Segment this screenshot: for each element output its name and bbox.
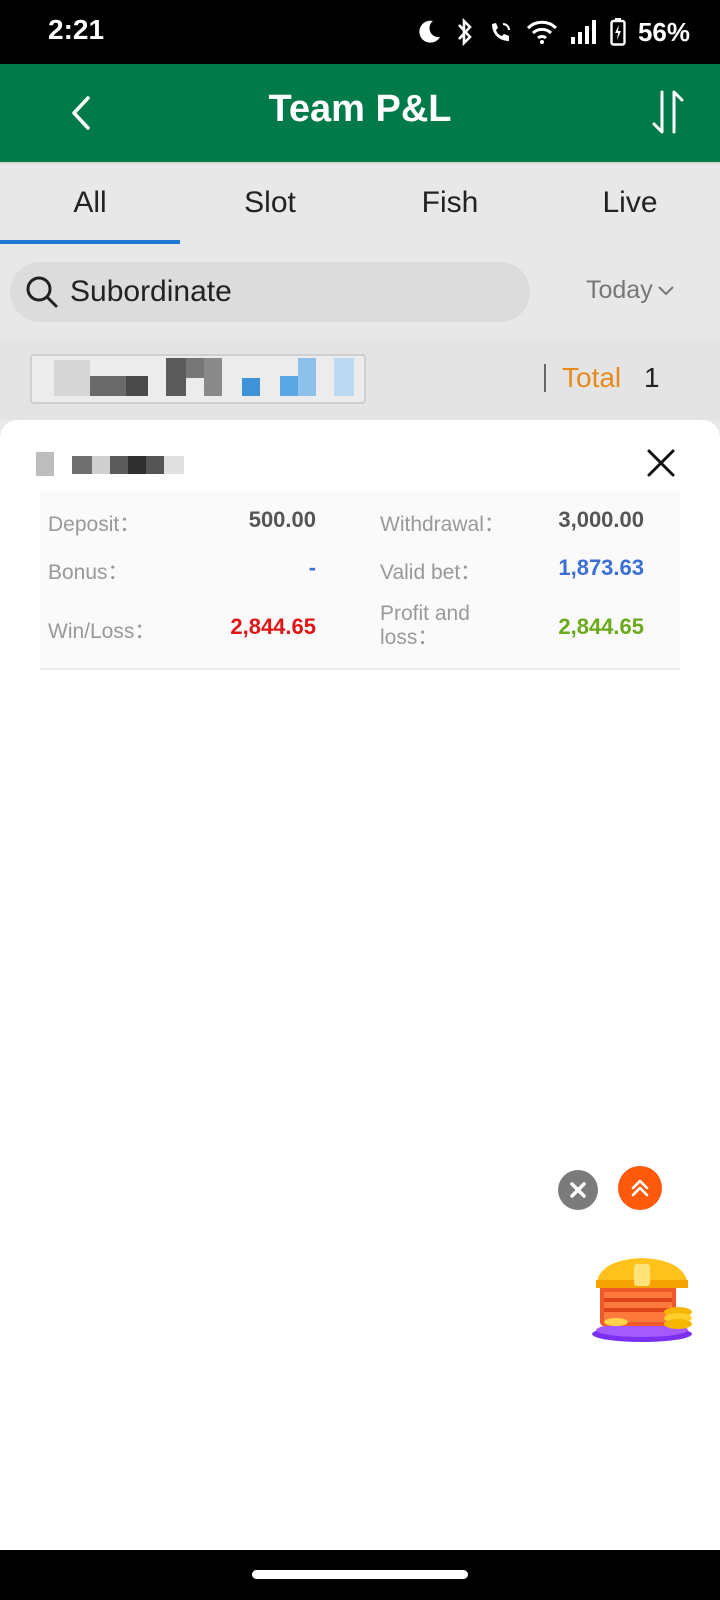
dismiss-widget-button[interactable] [558, 1170, 598, 1210]
close-icon [647, 449, 675, 477]
total-label: Total [562, 362, 622, 393]
close-sheet-button[interactable] [644, 446, 678, 480]
double-chevron-up-icon [631, 1179, 649, 1197]
scroll-to-top-button[interactable] [618, 1166, 662, 1210]
home-indicator[interactable] [252, 1570, 468, 1579]
deposit-label: Deposit： [48, 513, 141, 536]
wifi-icon [526, 20, 558, 44]
status-bar: 2:21 56% [0, 0, 720, 64]
battery-percentage: 56% [637, 16, 690, 47]
profit-loss-label: Profit and loss： [380, 602, 470, 649]
treasure-chest-icon[interactable] [586, 1248, 698, 1344]
signal-icon [570, 20, 596, 44]
status-icons: 56% [416, 16, 690, 48]
search-icon [26, 276, 58, 308]
win-loss-value: 2,844.65 [230, 614, 316, 639]
tab-live[interactable]: Live [540, 164, 720, 244]
date-filter-dropdown[interactable]: Today [586, 276, 675, 305]
sort-arrows-icon [652, 90, 684, 134]
category-tabs: All Slot Fish Live [0, 162, 720, 244]
wifi-calling-icon [491, 23, 510, 41]
valid-bet-label: Valid bet： [380, 561, 482, 584]
total-count: 1 [644, 362, 660, 393]
tab-all[interactable]: All [0, 164, 180, 244]
pixelated-subordinate-id[interactable] [30, 354, 366, 404]
subordinate-search-input[interactable]: Subordinate [10, 262, 530, 322]
withdrawal-value: 3,000.00 [558, 507, 644, 532]
profit-loss-value: 2,844.65 [558, 614, 644, 639]
close-icon [570, 1182, 586, 1198]
bluetooth-icon [457, 18, 472, 46]
pixelated-username [34, 452, 194, 476]
valid-bet-value: 1,873.63 [558, 555, 644, 580]
sort-button[interactable] [648, 88, 688, 138]
deposit-value: 500.00 [248, 507, 316, 532]
stats-card: Deposit： 500.00 Withdrawal： 3,000.00 Bon… [40, 492, 680, 670]
battery-icon [610, 18, 626, 46]
system-nav-bar [0, 1550, 720, 1600]
detail-sheet: Deposit： 500.00 Withdrawal： 3,000.00 Bon… [0, 420, 720, 1550]
total-divider [544, 364, 546, 392]
app-header: Team P&L [0, 64, 720, 162]
status-time: 2:21 [48, 14, 105, 45]
tab-fish[interactable]: Fish [360, 164, 540, 244]
date-filter-value: Today [586, 276, 653, 304]
chevron-down-icon [658, 285, 674, 295]
screen: 2:21 56% Team P&L All Slot Fish Live Sub… [0, 0, 720, 1600]
summary-row: Total 1 [0, 340, 720, 420]
moon-icon [419, 20, 440, 43]
search-label: Subordinate [70, 275, 232, 308]
page-title: Team P&L [268, 88, 452, 130]
bonus-value: - [308, 555, 316, 580]
tab-slot[interactable]: Slot [180, 164, 360, 244]
search-row: Subordinate Today [0, 244, 720, 340]
withdrawal-label: Withdrawal： [380, 513, 505, 536]
bonus-label: Bonus： [48, 561, 129, 584]
win-loss-label: Win/Loss： [48, 620, 156, 643]
